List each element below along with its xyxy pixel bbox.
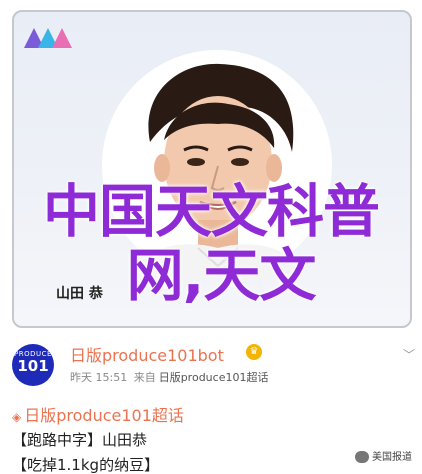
post-text-line-2: 【吃掉1.1kg的纳豆】 [12,456,160,474]
meta-source-prefix: 来自 [133,371,156,384]
overlay-title: 中国天文科普 网,天文 [0,180,422,308]
chevron-down-icon[interactable]: ﹀ [403,346,415,363]
post-date: 昨天 15:51 [70,371,128,384]
avatar-big-text: 101 [17,357,49,375]
topic-text: 日版produce101超话 [24,406,184,425]
post-text-line-1: 【跑路中字】山田恭 [12,431,148,449]
watermark: 美国报道 [355,448,412,463]
overlay-title-line2: 网,天文 [126,243,317,309]
weibo-post: PRODUCE 101 日版produce101bot ♛ ﹀ 昨天 15:51… [0,332,422,474]
post-meta: 昨天 15:51 来自 日版produce101超话 [70,369,268,385]
username-link[interactable]: 日版produce101bot [70,342,224,366]
topic-link[interactable]: ◈ 日版produce101超话 [12,402,184,426]
wechat-icon [355,451,369,463]
diamond-icon: ◈ [12,410,22,424]
triangle-decoration-icon [24,28,72,48]
watermark-text: 美国报道 [372,452,412,463]
meta-source-link[interactable]: 日版produce101超话 [159,371,269,384]
overlay-title-line1: 中国天文科普 [43,179,380,245]
avatar[interactable]: PRODUCE 101 [12,344,54,386]
photo-card[interactable]: 山田 恭 中国天文科普 网,天文 [0,0,422,330]
crown-verified-icon: ♛ [246,344,262,360]
